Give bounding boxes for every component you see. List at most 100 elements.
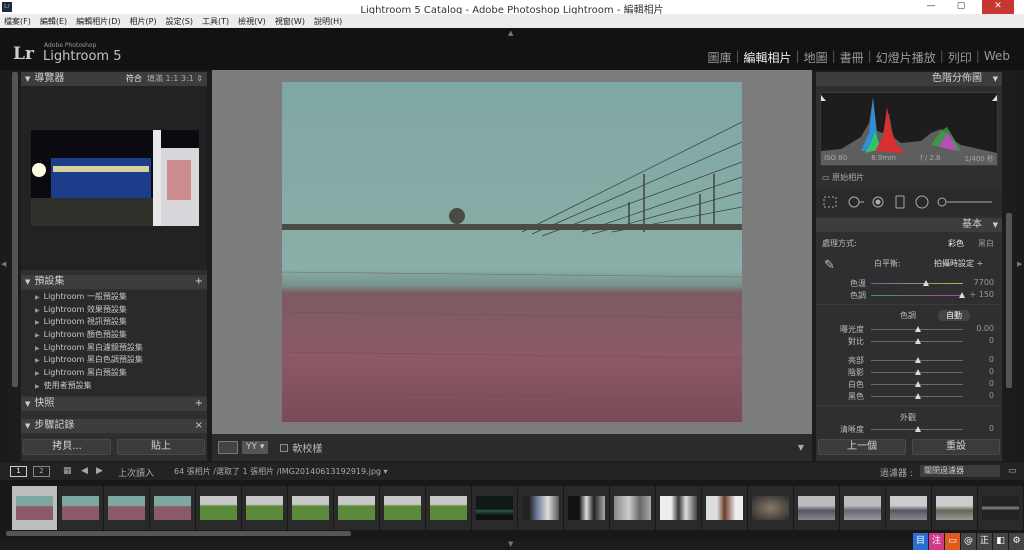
- navigator-thumbnail[interactable]: [31, 130, 199, 226]
- filmstrip-thumb[interactable]: [978, 486, 1023, 530]
- eyedropper-icon[interactable]: ✎: [824, 258, 835, 273]
- whites-knob[interactable]: [915, 381, 921, 387]
- soft-proof-checkbox[interactable]: [280, 443, 289, 452]
- copy-button[interactable]: 拷貝...: [23, 439, 111, 455]
- auto-tone-button[interactable]: 自動: [938, 310, 970, 321]
- zoom-1-1[interactable]: 1:1: [165, 74, 178, 83]
- main-photo[interactable]: [282, 82, 742, 422]
- filmstrip-scrollbar[interactable]: [6, 531, 351, 536]
- exposure-knob[interactable]: [915, 326, 921, 332]
- tint-value[interactable]: + 150: [969, 290, 994, 299]
- filter-lock-icon[interactable]: ▭: [1008, 466, 1017, 476]
- top-panel-arrow-icon[interactable]: ▲: [508, 29, 513, 37]
- filmstrip-thumb[interactable]: [840, 486, 885, 530]
- clarity-slider[interactable]: [871, 426, 963, 432]
- presets-header[interactable]: ▼ 預設集 +: [21, 275, 207, 289]
- exposure-slider[interactable]: [871, 326, 963, 332]
- shadows-value[interactable]: 0: [989, 367, 994, 376]
- preset-folder[interactable]: ▶ Lightroom 黑白濾鏡預設集: [21, 342, 207, 355]
- right-scrollbar[interactable]: [1006, 213, 1012, 388]
- histogram-header[interactable]: 色階分佈圖 ▼: [816, 72, 1002, 86]
- blacks-knob[interactable]: [915, 393, 921, 399]
- left-panel-arrow-icon[interactable]: ◀: [1, 260, 6, 268]
- blacks-slider[interactable]: [871, 393, 963, 399]
- filmstrip-thumb[interactable]: [748, 486, 793, 530]
- tray-icon[interactable]: ▭: [945, 533, 960, 550]
- filmstrip-thumb[interactable]: [58, 486, 103, 530]
- back-arrow-icon[interactable]: ◀: [81, 466, 88, 476]
- contrast-knob[interactable]: [915, 338, 921, 344]
- filmstrip-thumb[interactable]: [472, 486, 517, 530]
- source-label[interactable]: 上次讀入: [118, 466, 154, 479]
- filmstrip-thumb[interactable]: [196, 486, 241, 530]
- maximize-button[interactable]: ▢: [948, 0, 974, 14]
- tray-icon[interactable]: 注: [929, 533, 944, 550]
- filmstrip-thumb[interactable]: [380, 486, 425, 530]
- filmstrip-thumb[interactable]: [932, 486, 977, 530]
- basic-header[interactable]: 基本 ▼: [816, 218, 1002, 232]
- filmstrip-thumb[interactable]: [12, 486, 57, 530]
- menu-tools[interactable]: 工具(T): [202, 16, 229, 27]
- clarity-value[interactable]: 0: [989, 424, 994, 433]
- temp-knob[interactable]: [923, 280, 929, 286]
- whites-slider[interactable]: [871, 381, 963, 387]
- highlights-value[interactable]: 0: [989, 355, 994, 364]
- preset-folder[interactable]: ▶ Lightroom 視訊預設集: [21, 316, 207, 329]
- preset-folder[interactable]: ▶ Lightroom 顏色預設集: [21, 329, 207, 342]
- page-1-button[interactable]: 1: [10, 466, 27, 477]
- treatment-color-button[interactable]: 彩色: [948, 238, 964, 249]
- filmstrip-thumb[interactable]: [886, 486, 931, 530]
- navigator-header[interactable]: ▼ 導覽器 符合 填滿 1:1 3:1 ⇕: [21, 72, 207, 86]
- forward-arrow-icon[interactable]: ▶: [96, 466, 103, 476]
- filmstrip-thumb[interactable]: [518, 486, 563, 530]
- preset-folder[interactable]: ▶ 使用者預設集: [21, 380, 207, 393]
- reset-button[interactable]: 重設: [912, 439, 1000, 455]
- module-web[interactable]: Web: [980, 49, 1014, 66]
- add-preset-icon[interactable]: +: [195, 275, 203, 289]
- loupe-view-icon[interactable]: [218, 441, 238, 454]
- grid-view-icon[interactable]: ▦: [63, 466, 72, 476]
- history-header[interactable]: ▼ 步驟記錄 ×: [21, 419, 207, 433]
- blacks-value[interactable]: 0: [989, 391, 994, 400]
- left-scrollbar[interactable]: [12, 72, 18, 387]
- tray-icon[interactable]: 目: [913, 533, 928, 550]
- tint-knob[interactable]: [959, 292, 965, 298]
- tray-icon[interactable]: ⚙: [1009, 533, 1024, 550]
- filmstrip-thumb[interactable]: [150, 486, 195, 530]
- menu-develop[interactable]: 編輯相片(D): [76, 16, 120, 27]
- navigator-preview[interactable]: [21, 86, 207, 270]
- original-photo-row[interactable]: ▭ 原始相片: [822, 172, 864, 183]
- filmstrip-thumb[interactable]: [794, 486, 839, 530]
- toolbar-menu-icon[interactable]: ▼: [798, 443, 804, 452]
- preset-folder[interactable]: ▶ Lightroom 效果預設集: [21, 304, 207, 317]
- filmstrip-thumb[interactable]: [334, 486, 379, 530]
- module-library[interactable]: 圖庫: [703, 49, 735, 66]
- temp-value[interactable]: 7700: [974, 278, 994, 287]
- tray-icon[interactable]: @: [961, 533, 976, 550]
- menu-view[interactable]: 檢視(V): [238, 16, 266, 27]
- menu-settings[interactable]: 設定(S): [166, 16, 193, 27]
- close-button[interactable]: ✕: [982, 0, 1014, 14]
- contrast-value[interactable]: 0: [989, 336, 994, 345]
- tint-slider[interactable]: [871, 292, 965, 298]
- whites-value[interactable]: 0: [989, 379, 994, 388]
- filmstrip-thumb[interactable]: [426, 486, 471, 530]
- highlights-slider[interactable]: [871, 357, 963, 363]
- shadows-knob[interactable]: [915, 369, 921, 375]
- filmstrip-thumb[interactable]: [242, 486, 287, 530]
- preset-folder[interactable]: ▶ Lightroom 黑白色調預設集: [21, 354, 207, 367]
- filmstrip-thumb[interactable]: [104, 486, 149, 530]
- filter-select[interactable]: 關閉過濾器: [920, 465, 1000, 477]
- module-develop[interactable]: 編輯相片: [740, 49, 796, 66]
- filmstrip-thumb[interactable]: [610, 486, 655, 530]
- photo-count[interactable]: 64 張相片 /選取了 1 張相片 /IMG20140613192919.jpg…: [174, 466, 388, 477]
- wb-select[interactable]: 拍攝時設定 ÷: [934, 258, 983, 269]
- bottom-panel-arrow-icon[interactable]: ▼: [508, 540, 513, 548]
- clear-history-icon[interactable]: ×: [195, 419, 203, 433]
- filmstrip-thumb[interactable]: [564, 486, 609, 530]
- module-print[interactable]: 列印: [944, 49, 976, 66]
- menu-edit[interactable]: 編輯(E): [40, 16, 67, 27]
- shadows-slider[interactable]: [871, 369, 963, 375]
- menu-photo[interactable]: 相片(P): [130, 16, 157, 27]
- menu-file[interactable]: 檔案(F): [4, 16, 31, 27]
